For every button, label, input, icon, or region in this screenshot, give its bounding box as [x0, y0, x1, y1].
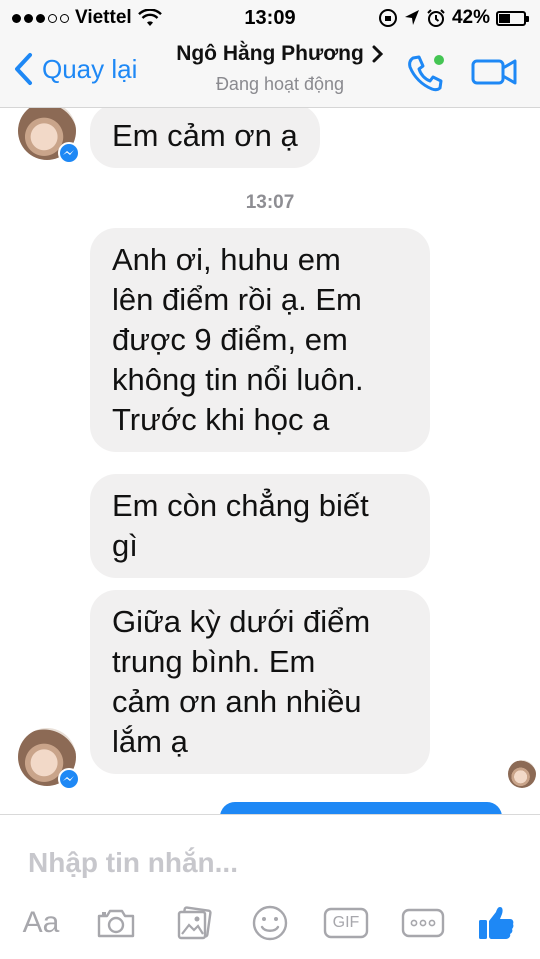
messenger-badge-icon: [58, 142, 80, 164]
message-list[interactable]: Em cảm ơn ạ 13:07 Anh ơi, huhu em lên đi…: [0, 108, 540, 814]
seen-indicator-avatar: [508, 760, 536, 788]
contact-name: Ngô Hằng Phương: [176, 42, 364, 65]
back-label: Quay lại: [42, 53, 138, 84]
camera-icon: [97, 909, 135, 938]
composer-toolbar: Aa GIF: [0, 901, 540, 945]
carrier-group: Viettel: [12, 7, 162, 29]
composer: Aa: [0, 814, 540, 959]
chevron-left-icon: [15, 53, 32, 85]
sent-message-bubble[interactable]: [220, 802, 502, 814]
gallery-button[interactable]: [172, 901, 216, 945]
back-button[interactable]: Quay lại: [12, 52, 137, 86]
smiley-icon: [252, 905, 288, 941]
status-right-group: 42%: [378, 7, 529, 29]
alarm-icon: [427, 9, 445, 27]
gif-button[interactable]: GIF: [322, 901, 370, 945]
video-call-icon[interactable]: [470, 54, 518, 90]
contact-status: Đang hoạt động: [215, 74, 345, 94]
battery-icon: [496, 10, 529, 26]
message-input[interactable]: [28, 843, 508, 883]
message-bubble[interactable]: Em cảm ơn ạ: [90, 108, 320, 168]
photo-gallery-icon: [177, 906, 212, 940]
message-bubble[interactable]: Giữa kỳ dưới điểm trung bình. Em cảm ơn …: [90, 590, 430, 774]
chevron-right-icon: [372, 45, 383, 63]
messenger-badge-icon: [58, 768, 80, 790]
camera-button[interactable]: [94, 901, 138, 945]
wifi-icon: [137, 9, 162, 26]
more-options-button[interactable]: [400, 901, 446, 945]
gif-label: GIF: [332, 914, 360, 931]
conversation-header: Quay lại Ngô Hằng Phương Đang hoạt động: [0, 36, 540, 108]
rotation-lock-icon: [378, 9, 397, 27]
status-time: 13:09: [244, 6, 296, 29]
more-icon: [401, 908, 445, 938]
contact-avatar[interactable]: [18, 728, 80, 790]
text-format-button[interactable]: Aa: [18, 901, 64, 945]
contact-avatar[interactable]: [18, 108, 80, 164]
phone-call-icon[interactable]: [404, 52, 446, 94]
carrier-name: Viettel: [75, 7, 132, 28]
messenger-screen: Viettel 13:09 42% Quay lại Ngô Hằng Phươ…: [0, 0, 540, 959]
battery-percent: 42%: [451, 7, 490, 28]
contact-name-row: Ngô Hằng Phương: [176, 42, 384, 66]
contact-info[interactable]: Ngô Hằng Phương Đang hoạt động: [168, 42, 392, 95]
like-button[interactable]: [474, 901, 518, 945]
status-bar: Viettel 13:09 42%: [0, 0, 540, 36]
message-bubble[interactable]: Anh ơi, huhu em lên điểm rồi ạ. Em được …: [90, 228, 430, 452]
signal-icon: [12, 13, 69, 23]
location-icon: [404, 10, 419, 25]
sticker-button[interactable]: [248, 901, 292, 945]
thumbs-up-icon: [479, 907, 514, 939]
message-timestamp: 13:07: [245, 192, 295, 213]
message-bubble[interactable]: Em còn chẳng biết gì: [90, 474, 430, 578]
